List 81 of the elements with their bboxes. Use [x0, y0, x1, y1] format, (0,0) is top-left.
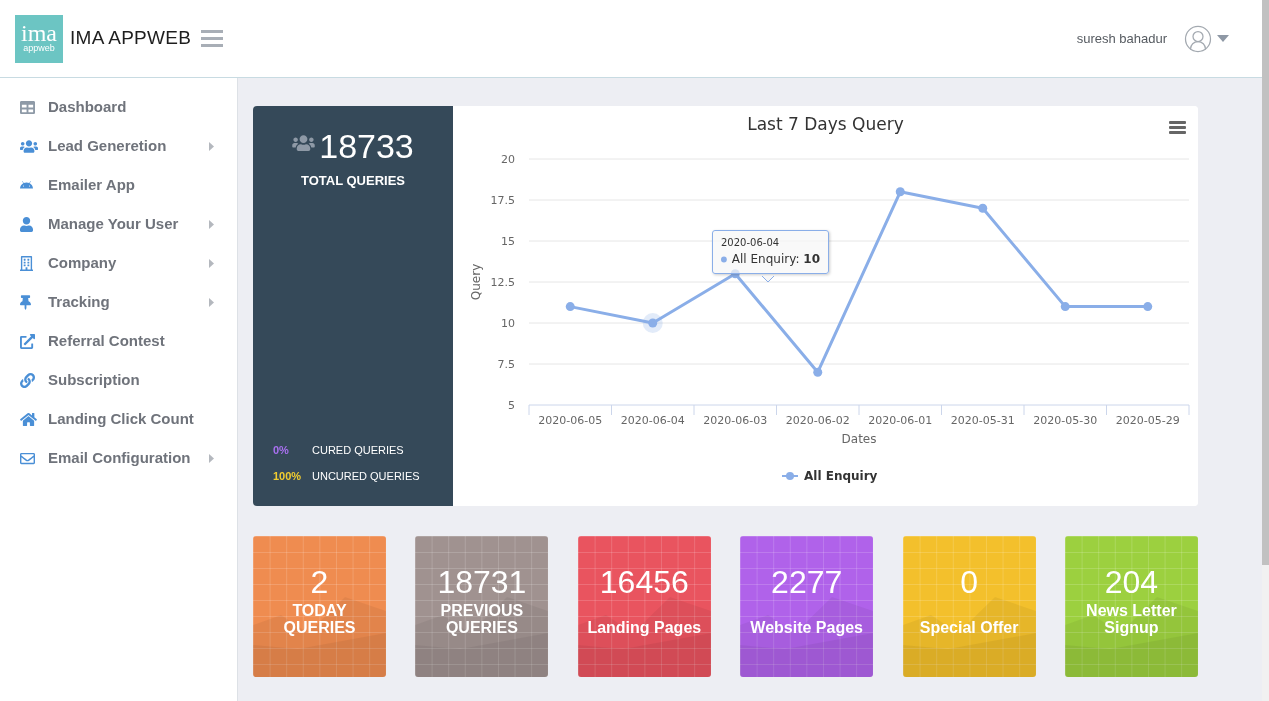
- stat-label: Landing Pages: [587, 619, 702, 636]
- data-point: [1060, 302, 1070, 312]
- avatar-icon: [1183, 23, 1213, 54]
- scrollbar[interactable]: [1262, 0, 1269, 701]
- envelope-icon: [20, 451, 35, 466]
- stat-label: News Letter Signup: [1085, 602, 1178, 636]
- link-icon: [20, 373, 35, 388]
- menu-icon: [201, 30, 224, 47]
- data-point: [565, 302, 575, 312]
- building-icon: [20, 256, 33, 271]
- sidebar-item[interactable]: Referral Contest: [0, 322, 237, 361]
- axis-tick-label: 10: [501, 317, 515, 330]
- axis-tick-label: 12.5: [490, 276, 515, 289]
- axis-tick-label: 20: [501, 153, 515, 166]
- sidebar-item[interactable]: Manage Your User: [0, 205, 237, 244]
- stat-label: PREVIOUS QUERIES: [439, 602, 525, 636]
- axis-tick-label: 2020-06-04: [620, 414, 685, 427]
- stat-label: Website Pages: [750, 619, 863, 636]
- total-count: 18733: [319, 127, 414, 165]
- axis-title: Dates: [841, 432, 877, 446]
- breakdown-label: UNCURED QUERIES: [312, 469, 420, 484]
- axis-tick-label: 2020-05-31: [950, 414, 1015, 427]
- stat-label: TODAY QUERIES: [282, 602, 357, 636]
- sidebar-item[interactable]: Dashboard: [0, 88, 237, 127]
- axis-tick-label: 2020-06-03: [703, 414, 768, 427]
- axis-tick-label: 2020-06-02: [785, 414, 850, 427]
- data-point: [1143, 302, 1153, 312]
- users-icon: [292, 134, 316, 152]
- chart-menu-button[interactable]: [1169, 121, 1186, 134]
- legend-marker-icon: [781, 472, 799, 480]
- total-label: TOTAL QUERIES: [300, 172, 406, 190]
- axis-tick-label: 15: [501, 235, 515, 248]
- user-menu-button[interactable]: suresh bahadur: [1076, 23, 1229, 54]
- axis-tick-label: 17.5: [490, 194, 515, 207]
- stat-value: 204: [1104, 564, 1159, 600]
- legend-label[interactable]: All Enquiry: [804, 469, 878, 483]
- home-icon: [20, 412, 37, 427]
- series-dot-icon: [721, 256, 727, 263]
- sidebar-item[interactable]: Tracking: [0, 283, 237, 322]
- tooltip-pointer-icon: [762, 276, 774, 283]
- axis-tick-label: 2020-05-29: [1115, 414, 1180, 427]
- scrollbar-thumb[interactable]: [1262, 0, 1269, 565]
- stat-value: 2277: [771, 564, 843, 600]
- stat-value: 18731: [437, 564, 527, 600]
- logo-text: ima: [21, 23, 57, 43]
- sidebar-item[interactable]: Emailer App: [0, 166, 237, 205]
- sidebar-item[interactable]: Landing Click Count: [0, 400, 237, 439]
- chart-title: Last 7 Days Query: [747, 114, 904, 134]
- axis-title: Query: [469, 263, 483, 301]
- pushpin-icon: [20, 295, 31, 310]
- data-point: [895, 187, 905, 197]
- percent-value: 0%: [273, 443, 290, 458]
- percent-value: 100%: [273, 469, 303, 484]
- stat-value: 0: [960, 564, 978, 600]
- external-link-icon: [20, 334, 35, 349]
- caret-down-icon: [1217, 35, 1229, 42]
- stat-label: Special Offer: [919, 619, 1019, 636]
- logo-subtext: appweb: [23, 43, 55, 54]
- breakdown-label: CURED QUERIES: [312, 443, 404, 458]
- axis-tick-label: 2020-05-30: [1033, 414, 1098, 427]
- tooltip-title: 2020-06-04: [721, 236, 781, 250]
- brand-name: IMA APPWEB: [70, 26, 192, 51]
- axis-tick-label: 2020-06-01: [868, 414, 933, 427]
- data-point: [978, 203, 988, 213]
- stat-value: 2: [310, 564, 329, 600]
- tooltip-value: All Enquiry: 10: [731, 252, 820, 267]
- sidebar-item[interactable]: Subscription: [0, 361, 237, 400]
- data-point: [642, 313, 663, 333]
- menu-icon: [1169, 121, 1186, 134]
- sidebar-item[interactable]: Company: [0, 244, 237, 283]
- table-icon: [20, 100, 35, 115]
- stat-value: 16456: [599, 564, 689, 600]
- users-icon: [20, 139, 38, 154]
- axis-tick-label: 7.5: [497, 358, 515, 371]
- axis-tick-label: 2020-06-05: [538, 414, 603, 427]
- sidebar-toggle-button[interactable]: [201, 30, 224, 47]
- data-point: [813, 367, 823, 377]
- user-icon: [20, 217, 33, 232]
- sidebar-item[interactable]: Lead Generetion: [0, 127, 237, 166]
- axis-tick-label: 5: [508, 399, 515, 412]
- sidebar-item[interactable]: Email Configuration: [0, 439, 237, 478]
